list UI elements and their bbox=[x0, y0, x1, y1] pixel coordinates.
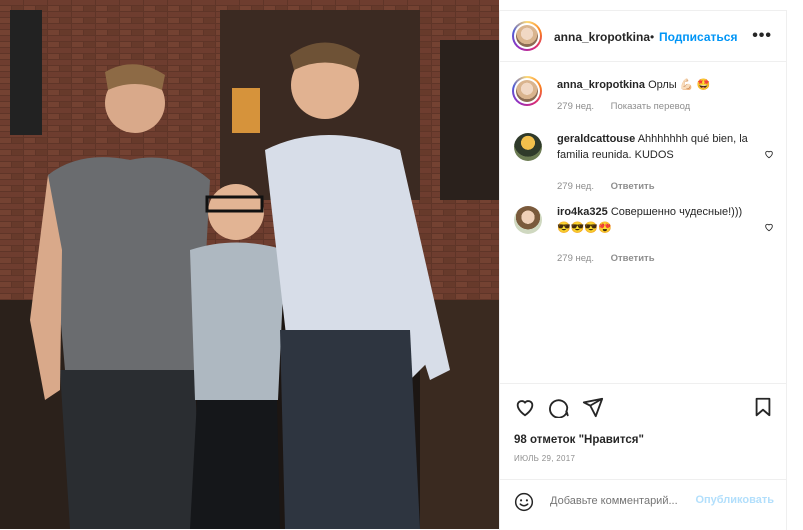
post-photo[interactable] bbox=[0, 0, 499, 529]
post-header: anna_kropotkina • Подписаться ••• bbox=[500, 11, 786, 62]
caption-text: Орлы 💪🏻 🤩 bbox=[648, 79, 711, 91]
caption: anna_kropotkina Орлы 💪🏻 🤩 279 нед. Показ… bbox=[500, 71, 786, 121]
emoji-icon[interactable] bbox=[514, 492, 534, 512]
comment-item: geraldcattouse Ahhhhhhh qué bien, la fam… bbox=[500, 131, 786, 196]
caption-username[interactable]: anna_kropotkina bbox=[557, 79, 645, 91]
comment-username[interactable]: geraldcattouse bbox=[557, 133, 635, 145]
post-panel: anna_kropotkina • Подписаться ••• anna_k… bbox=[499, 10, 787, 530]
author-username[interactable]: anna_kropotkina bbox=[554, 30, 650, 44]
bookmark-icon[interactable] bbox=[752, 396, 774, 418]
comment-avatar[interactable] bbox=[514, 133, 542, 161]
reply-button[interactable]: Ответить bbox=[611, 181, 655, 192]
comment-text-row: iro4ka325 Совершенно чудесные!)))😎😎😎😍 bbox=[557, 204, 752, 236]
comment-username[interactable]: iro4ka325 bbox=[557, 206, 608, 218]
translate-button[interactable]: Показать перевод bbox=[611, 101, 691, 112]
publish-button[interactable]: Опубликовать bbox=[695, 494, 774, 506]
heart-icon[interactable] bbox=[514, 396, 536, 418]
comment-meta: 279 нед. Ответить bbox=[557, 179, 669, 195]
comment-avatar[interactable] bbox=[514, 206, 542, 234]
add-comment-bar: Опубликовать bbox=[500, 479, 786, 525]
comment-icon[interactable] bbox=[548, 396, 570, 418]
reply-button[interactable]: Ответить bbox=[611, 253, 655, 264]
comment-time[interactable]: 279 нед. bbox=[557, 253, 594, 264]
author-avatar[interactable] bbox=[512, 21, 542, 51]
like-comment-icon[interactable] bbox=[764, 222, 774, 232]
caption-text-row: anna_kropotkina Орлы 💪🏻 🤩 bbox=[557, 77, 752, 93]
post-date[interactable]: ИЮЛЬ 29, 2017 bbox=[514, 454, 575, 463]
like-comment-icon[interactable] bbox=[764, 149, 774, 159]
caption-meta: 279 нед. Показать перевод bbox=[557, 99, 704, 115]
comment-input[interactable] bbox=[548, 494, 692, 508]
comment-item: iro4ka325 Совершенно чудесные!)))😎😎😎😍 27… bbox=[500, 204, 786, 269]
comment-time[interactable]: 279 нед. bbox=[557, 181, 594, 192]
separator-dot: • bbox=[650, 30, 655, 44]
follow-button[interactable]: Подписаться bbox=[659, 30, 737, 44]
comment-meta: 279 нед. Ответить bbox=[557, 251, 669, 267]
share-icon[interactable] bbox=[582, 396, 604, 418]
post-actions: 98 отметок "Нравится" ИЮЛЬ 29, 2017 Опуб… bbox=[500, 383, 786, 524]
photo-image bbox=[0, 0, 499, 529]
likes-count[interactable]: 98 отметок "Нравится" bbox=[514, 434, 644, 446]
more-options-icon[interactable]: ••• bbox=[752, 27, 772, 45]
caption-time[interactable]: 279 нед. bbox=[557, 101, 594, 112]
caption-avatar[interactable] bbox=[512, 76, 542, 106]
comment-text-row: geraldcattouse Ahhhhhhh qué bien, la fam… bbox=[557, 131, 752, 163]
